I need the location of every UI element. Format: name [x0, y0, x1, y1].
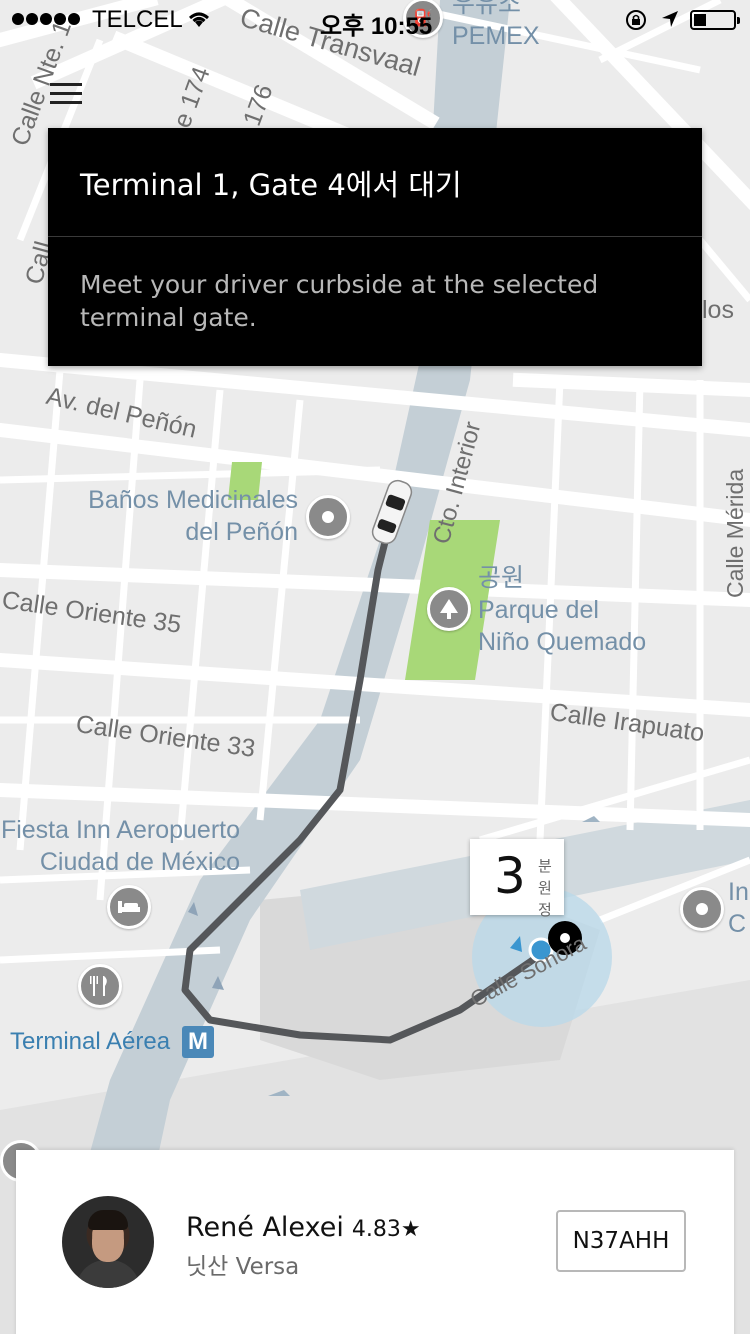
rotation-lock-icon — [624, 8, 648, 39]
poi-label-banos-line1: Baños Medicinales — [88, 486, 298, 514]
wifi-icon — [186, 8, 212, 36]
restaurant-fork-knife-icon[interactable] — [78, 964, 122, 1008]
poi-label-right-line2: C — [728, 910, 747, 938]
driver-name-text: René Alexei — [186, 1212, 344, 1243]
eta-unit-line1: 분 — [538, 857, 552, 875]
poi-label-hotel-line2: Ciudad de México — [39, 848, 240, 876]
eta-minutes: 3 — [494, 847, 526, 905]
poi-label-park: 공원 Parque del Niño Quemado — [478, 562, 646, 658]
signal-strength-icon — [12, 13, 80, 25]
hotel-bed-icon[interactable] — [107, 885, 151, 929]
battery-icon — [690, 10, 740, 30]
poi-label-park-line3: Niño Quemado — [478, 628, 647, 656]
app-screen: Calle Transvaal Calle Nte. 1 e 174 176 C… — [0, 0, 750, 1334]
poi-label-hotel-line1: Fiesta Inn Aeropuerto — [0, 816, 240, 844]
pickup-instruction-card[interactable]: Terminal 1, Gate 4에서 대기 Meet your driver… — [48, 128, 702, 366]
location-arrow-icon — [660, 8, 680, 36]
street-label-los: los — [702, 296, 734, 324]
battery-nub — [737, 17, 740, 24]
eta-unit-line2: 원정 — [538, 879, 552, 919]
driver-avatar[interactable] — [62, 1196, 154, 1288]
poi-label-right-edge: In C — [728, 876, 749, 940]
status-bar: TELCEL 오후 10:55 — [0, 0, 750, 40]
hamburger-menu-icon[interactable] — [48, 80, 88, 110]
license-plate: N37AHH — [556, 1210, 686, 1272]
avatar-hair — [88, 1210, 128, 1230]
eta-unit: 분 원정 — [538, 855, 564, 921]
poi-label-banos: Baños Medicinales del Peñón — [60, 484, 298, 548]
card-divider — [48, 236, 702, 237]
carrier-name: TELCEL — [92, 6, 183, 33]
poi-label-terminal: Terminal Aérea — [10, 1028, 171, 1055]
driver-info-card[interactable]: René Alexei 4.83★ 닛산 Versa N37AHH — [16, 1150, 734, 1334]
place-pin-icon-right[interactable] — [680, 887, 724, 931]
status-time: 오후 10:55 — [320, 13, 433, 40]
park-tree-icon[interactable] — [427, 587, 471, 631]
place-pin-dot-right — [696, 903, 708, 915]
driver-rating: 4.83★ — [351, 1217, 421, 1242]
place-pin-icon[interactable] — [306, 495, 350, 539]
poi-label-right-line1: In — [728, 878, 749, 906]
street-label-merida: Calle Mérida — [722, 468, 748, 598]
poi-label-park-line1: 공원 — [478, 564, 525, 592]
driver-car-model: 닛산 Versa — [186, 1254, 300, 1280]
battery-fill — [694, 14, 706, 26]
pickup-instruction-text: Meet your driver curbside at the selecte… — [80, 270, 599, 332]
poi-label-hotel: Fiesta Inn Aeropuerto Ciudad de México — [0, 814, 240, 878]
eta-bubble[interactable]: 3 분 원정 — [470, 839, 564, 919]
poi-label-banos-line2: del Peñón — [185, 518, 298, 546]
metro-station-icon[interactable]: M — [182, 1026, 214, 1058]
poi-label-park-line2: Parque del — [478, 596, 599, 624]
driver-name: René Alexei 4.83★ — [186, 1212, 421, 1243]
place-pin-dot — [322, 511, 334, 523]
avatar-body — [76, 1260, 140, 1288]
pickup-location-title: Terminal 1, Gate 4에서 대기 — [80, 168, 462, 202]
